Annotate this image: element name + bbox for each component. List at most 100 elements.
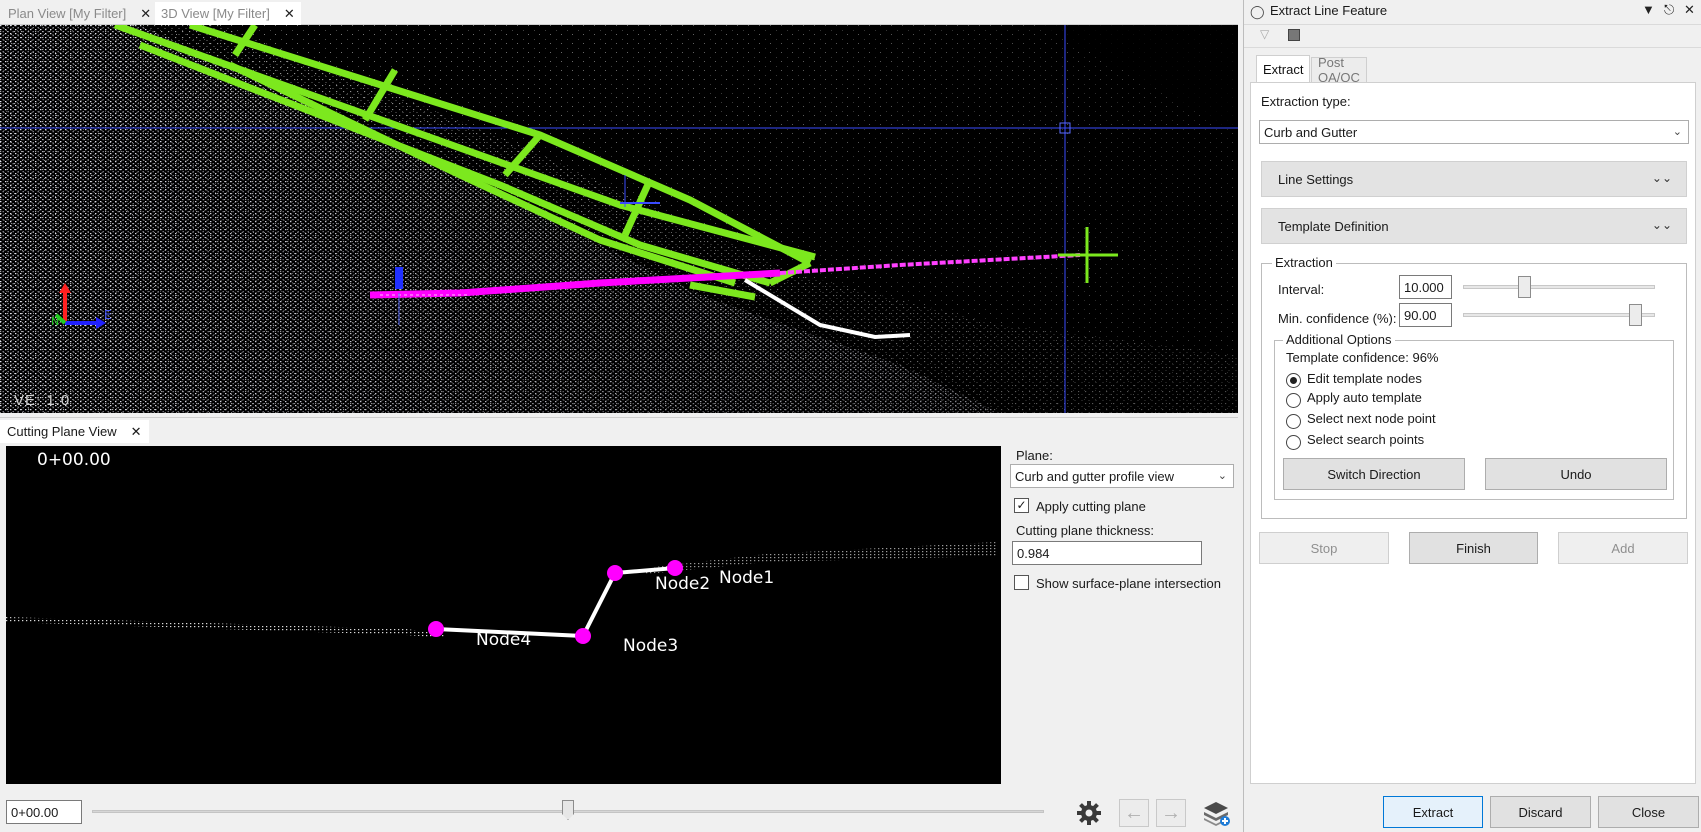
add-button[interactable]: Add — [1558, 532, 1688, 564]
tab-plan-view[interactable]: Plan View [My Filter] ✕ — [2, 2, 157, 25]
interval-slider-thumb[interactable] — [1517, 276, 1531, 298]
min-confidence-slider-thumb[interactable] — [1629, 304, 1643, 326]
panel-title: Extract Line Feature — [1270, 3, 1388, 18]
tab-plan-view-label: Plan View [My Filter] — [8, 6, 127, 21]
stop-button[interactable]: Stop — [1259, 532, 1389, 564]
line-settings-section[interactable]: Line Settings ⌄⌄ — [1261, 161, 1687, 197]
select-next-node-point-radio[interactable] — [1286, 414, 1301, 429]
line-settings-label: Line Settings — [1278, 171, 1354, 187]
station-slider-thumb[interactable] — [562, 800, 574, 820]
pin-icon[interactable]: ⎋ — [1664, 2, 1674, 18]
tab-cutting-plane-view[interactable]: Cutting Plane View ✕ — [0, 420, 149, 443]
close-icon[interactable]: ✕ — [1684, 2, 1695, 18]
panel-titlebar: ◯ Extract Line Feature ▼ ⎋ ✕ — [1244, 0, 1701, 22]
additional-options-group: Additional Options Template confidence: … — [1274, 332, 1674, 500]
interval-slider-track[interactable] — [1463, 285, 1655, 289]
plane-label: Plane: — [1016, 448, 1053, 463]
extract-tab-content: Extraction type: Curb and Gutter ⌄ Line … — [1250, 82, 1696, 784]
settings-button[interactable] — [1073, 798, 1105, 828]
finish-button[interactable]: Finish — [1409, 532, 1538, 564]
axis-n-label: N — [51, 315, 59, 328]
layers-icon — [1204, 802, 1230, 826]
chevron-down-icon: ⌄ — [1217, 470, 1227, 482]
select-search-points-label: Select search points — [1307, 432, 1425, 447]
close-button[interactable]: Close — [1598, 796, 1699, 828]
close-icon[interactable]: ✕ — [140, 6, 151, 22]
tab-3d-view[interactable]: 3D View [My Filter] ✕ — [155, 2, 301, 25]
select-search-points-radio[interactable] — [1286, 435, 1301, 450]
edit-template-nodes-radio[interactable] — [1286, 373, 1301, 388]
panel-app-icon: ◯ — [1250, 4, 1265, 19]
interval-label: Interval: — [1278, 282, 1325, 297]
min-confidence-label: Min. confidence (%): — [1278, 311, 1397, 326]
plane-select-value: Curb and gutter profile view — [1015, 468, 1174, 484]
previous-station-button[interactable]: ← — [1119, 799, 1149, 827]
point-cloud-3d: E N — [0, 25, 1238, 413]
arrow-left-icon: ← — [1124, 801, 1144, 824]
tab-3d-view-label: 3D View [My Filter] — [161, 6, 270, 21]
extraction-group: Extraction Interval: 10.000 Min. confide… — [1261, 255, 1687, 519]
additional-options-label: Additional Options — [1283, 332, 1395, 347]
show-intersection-label: Show surface-plane intersection — [1036, 576, 1221, 591]
dropdown-icon[interactable]: ▼ — [1642, 2, 1655, 17]
snapshot-icon[interactable] — [1288, 29, 1300, 41]
next-station-button[interactable]: → — [1156, 799, 1186, 827]
min-confidence-input[interactable]: 90.00 — [1399, 303, 1452, 327]
layers-button[interactable] — [1200, 798, 1232, 828]
apply-cutting-plane-checkbox[interactable]: ✓ — [1014, 498, 1029, 513]
extraction-group-label: Extraction — [1272, 255, 1336, 270]
tab-extract[interactable]: Extract — [1256, 55, 1311, 82]
node-1-label: Node1 — [719, 568, 775, 588]
extract-button[interactable]: Extract — [1383, 796, 1483, 828]
show-intersection-checkbox[interactable] — [1014, 575, 1029, 590]
chevron-down-icon: ⌄ — [1672, 126, 1682, 138]
axis-e-label: E — [104, 308, 112, 322]
panel-toolbar: ▽ — [1244, 24, 1701, 48]
interval-input[interactable]: 10.000 — [1399, 275, 1452, 299]
extraction-type-select[interactable]: Curb and Gutter ⌄ — [1259, 120, 1689, 144]
close-icon[interactable]: ✕ — [131, 424, 142, 440]
gear-icon — [1077, 801, 1101, 825]
filter-icon[interactable]: ▽ — [1260, 27, 1269, 41]
switch-direction-button[interactable]: Switch Direction — [1283, 458, 1465, 490]
tab-cutting-plane-label: Cutting Plane View — [7, 424, 117, 439]
node-2-label: Node2 — [655, 574, 711, 594]
thickness-input[interactable]: 0.984 — [1012, 541, 1202, 565]
discard-button[interactable]: Discard — [1490, 796, 1591, 828]
plane-select[interactable]: Curb and gutter profile view ⌄ — [1010, 464, 1234, 488]
edit-template-nodes-label: Edit template nodes — [1307, 371, 1422, 386]
extraction-type-value: Curb and Gutter — [1264, 124, 1358, 140]
document-tab-bar: Plan View [My Filter] ✕ 3D View [My Filt… — [0, 0, 1238, 25]
extraction-type-label: Extraction type: — [1261, 94, 1351, 109]
tab-post-qa-qc[interactable]: Post QA/QC — [1311, 55, 1367, 85]
template-definition-label: Template Definition — [1278, 218, 1389, 234]
template-confidence-text: Template confidence: 96% — [1286, 350, 1439, 365]
undo-button[interactable]: Undo — [1485, 458, 1667, 490]
vertical-exaggeration-label: VE: 1.0 — [14, 392, 71, 409]
station-overlay: 0+00.00 — [37, 450, 111, 470]
cutting-plane-controls: Plane: Curb and gutter profile view ⌄ ✓ … — [1010, 446, 1235, 591]
arrow-right-icon: → — [1161, 801, 1181, 824]
apply-auto-template-label: Apply auto template — [1307, 390, 1422, 405]
apply-cutting-plane-label: Apply cutting plane — [1036, 499, 1146, 514]
node-4-marker[interactable] — [428, 621, 444, 637]
double-chevron-down-icon: ⌄⌄ — [1651, 218, 1672, 232]
thickness-label: Cutting plane thickness: — [1016, 523, 1155, 538]
template-definition-section[interactable]: Template Definition ⌄⌄ — [1261, 208, 1687, 244]
station-bar: 0+00.00 ← → — [0, 796, 1238, 832]
node-3-marker[interactable] — [575, 628, 591, 644]
extract-line-feature-panel: ◯ Extract Line Feature ▼ ⎋ ✕ ▽ Extract P… — [1243, 0, 1701, 832]
double-chevron-down-icon: ⌄⌄ — [1651, 171, 1672, 185]
node-2-marker[interactable] — [607, 565, 623, 581]
cutting-plane-tab-bar: Cutting Plane View ✕ — [0, 417, 1238, 443]
min-confidence-slider-track[interactable] — [1463, 313, 1655, 317]
viewport-area: Plan View [My Filter] ✕ 3D View [My Filt… — [0, 0, 1238, 832]
close-icon[interactable]: ✕ — [284, 6, 295, 22]
apply-auto-template-radio[interactable] — [1286, 393, 1301, 408]
cutting-plane-canvas[interactable]: 0+00.00 Node1 Node2 Node3 Node4 — [6, 446, 1001, 784]
node-4-label: Node4 — [476, 630, 532, 650]
node-3-label: Node3 — [623, 636, 679, 656]
profile-cloud — [6, 542, 996, 644]
3d-view-canvas[interactable]: E N VE: 1.0 — [0, 25, 1238, 413]
station-input[interactable]: 0+00.00 — [6, 800, 82, 824]
